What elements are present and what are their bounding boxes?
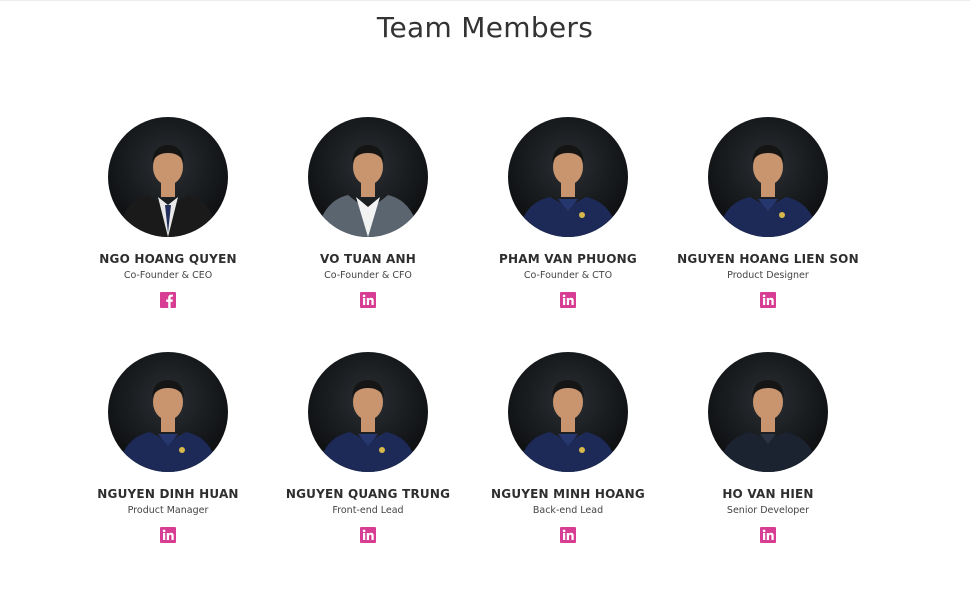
member-role: Product Manager [127,505,209,516]
member-photo [108,352,228,472]
linkedin-icon[interactable] [560,527,576,543]
member-photo [108,117,228,237]
member-name: NGUYEN QUANG TRUNG [285,487,451,501]
linkedin-icon[interactable] [360,527,376,543]
member-role: Product Designer [727,270,809,281]
member-role: Senior Developer [726,505,810,516]
member-photo [508,352,628,472]
team-member-card: PHAM VAN PHUONG Co-Founder & CTO [468,117,668,313]
linkedin-icon[interactable] [760,527,776,543]
linkedin-icon[interactable] [760,292,776,308]
linkedin-icon[interactable] [360,292,376,308]
member-name: VO TUAN ANH [319,252,417,266]
team-member-card: NGUYEN QUANG TRUNG Front-end Lead [268,352,468,548]
team-member-card: NGUYEN MINH HOANG Back-end Lead [468,352,668,548]
team-member-card: NGO HOANG QUYEN Co-Founder & CEO [68,117,268,313]
member-role: Co-Founder & CFO [324,270,412,281]
member-role: Back-end Lead [532,505,604,516]
team-member-card: NGUYEN DINH HUAN Product Manager [68,352,268,548]
member-role: Co-Founder & CTO [523,270,613,281]
team-member-card: HO VAN HIEN Senior Developer [668,352,868,548]
member-photo [308,352,428,472]
team-member-card: VO TUAN ANH Co-Founder & CFO [268,117,468,313]
member-name: NGUYEN DINH HUAN [97,487,239,501]
member-role: Co-Founder & CEO [123,270,213,281]
member-name: HO VAN HIEN [722,487,814,501]
member-name: NGUYEN HOANG LIEN SON [677,252,859,266]
member-name: NGO HOANG QUYEN [99,252,237,266]
member-photo [308,117,428,237]
member-photo [708,117,828,237]
member-name: NGUYEN MINH HOANG [491,487,645,501]
team-section: Team Members NGO HOANG QUYEN Co-Founder … [0,0,970,592]
linkedin-icon[interactable] [560,292,576,308]
team-member-card: NGUYEN HOANG LIEN SON Product Designer [668,117,868,313]
member-name: PHAM VAN PHUONG [499,252,637,266]
section-title: Team Members [376,11,594,44]
linkedin-icon[interactable] [160,527,176,543]
member-role: Front-end Lead [332,505,404,516]
facebook-icon[interactable] [160,292,176,308]
member-photo [508,117,628,237]
member-photo [708,352,828,472]
